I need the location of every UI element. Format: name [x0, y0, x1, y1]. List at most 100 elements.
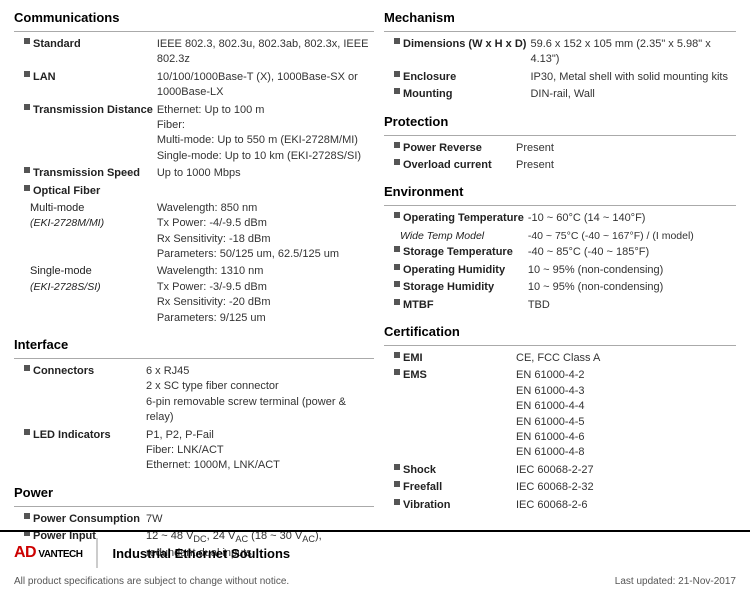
- table-row: Storage Humidity 10 ~ 95% (non-condensin…: [384, 279, 736, 296]
- label-dimensions: Dimensions (W x H x D): [384, 36, 528, 69]
- value-lan: 10/100/1000Base-T (X), 1000Base-SX or 10…: [155, 69, 374, 102]
- table-row: Operating Humidity 10 ~ 95% (non-condens…: [384, 262, 736, 279]
- table-row-singlemode: Single-mode (EKI-2728S/SI) Wavelength: 1…: [14, 263, 374, 327]
- label-multimode: Multi-mode (EKI-2728M/MI): [14, 200, 155, 264]
- label-storage-temp: Storage Temperature: [384, 244, 526, 261]
- label-power-reverse: Power Reverse: [384, 140, 514, 157]
- bullet-icon: [394, 142, 400, 148]
- table-row: EMI CE, FCC Class A: [384, 350, 736, 367]
- table-row: LAN 10/100/1000Base-T (X), 1000Base-SX o…: [14, 69, 374, 102]
- value-storage-temp: -40 ~ 85°C (-40 ~ 185°F): [526, 244, 736, 261]
- value-enclosure: IP30, Metal shell with solid mounting ki…: [528, 69, 736, 86]
- value-optical-fiber: [155, 183, 374, 200]
- label-operating-temp: Operating Temperature: [384, 210, 526, 227]
- value-shock: IEC 60068-2-27: [514, 462, 736, 479]
- bullet-icon: [394, 88, 400, 94]
- label-connectors: Connectors: [14, 363, 144, 427]
- table-row: Vibration IEC 60068-2-6: [384, 497, 736, 514]
- section-title-environment: Environment: [384, 184, 736, 199]
- label-standard: Standard: [14, 36, 155, 69]
- logo-vantech: VANTECH: [36, 549, 82, 560]
- footer-disclaimer: All product specifications are subject t…: [14, 576, 289, 587]
- table-row: Transmission Distance Ethernet: Up to 10…: [14, 102, 374, 166]
- label-wide-temp: Wide Temp Model: [384, 228, 526, 245]
- footer-logo: AD VANTECH: [14, 544, 82, 562]
- label-singlemode: Single-mode (EKI-2728S/SI): [14, 263, 155, 327]
- label-enclosure: Enclosure: [384, 69, 528, 86]
- section-title-interface: Interface: [14, 337, 374, 352]
- left-column: Communications Standard IEEE 802.3, 802.…: [14, 10, 374, 567]
- table-row: EMS EN 61000-4-2 EN 61000-4-3 EN 61000-4…: [384, 367, 736, 461]
- table-row: Power Reverse Present: [384, 140, 736, 157]
- bullet-icon: [394, 212, 400, 218]
- table-row: MTBF TBD: [384, 297, 736, 314]
- bullet-icon: [24, 104, 30, 110]
- table-row: LED Indicators P1, P2, P-Fail Fiber: LNK…: [14, 427, 374, 475]
- value-vibration: IEC 60068-2-6: [514, 497, 736, 514]
- footer-title: Industrial Ethernet Soultions: [112, 546, 290, 561]
- bullet-icon: [24, 185, 30, 191]
- label-storage-humidity: Storage Humidity: [384, 279, 526, 296]
- value-led: P1, P2, P-Fail Fiber: LNK/ACT Ethernet: …: [144, 427, 374, 475]
- label-vibration: Vibration: [384, 497, 514, 514]
- label-lan: LAN: [14, 69, 155, 102]
- footer: AD VANTECH Industrial Ethernet Soultions: [0, 530, 750, 574]
- label-optical-fiber: Optical Fiber: [14, 183, 155, 200]
- label-ems: EMS: [384, 367, 514, 461]
- bullet-icon: [394, 464, 400, 470]
- table-row: Transmission Speed Up to 1000 Mbps: [14, 165, 374, 182]
- right-column: Mechanism Dimensions (W x H x D) 59.6 x …: [384, 10, 736, 567]
- table-row: Storage Temperature -40 ~ 85°C (-40 ~ 18…: [384, 244, 736, 261]
- table-row: Connectors 6 x RJ45 2 x SC type fiber co…: [14, 363, 374, 427]
- value-singlemode: Wavelength: 1310 nm Tx Power: -3/-9.5 dB…: [155, 263, 374, 327]
- table-row: Freefall IEC 60068-2-32: [384, 479, 736, 496]
- value-power-reverse: Present: [514, 140, 736, 157]
- interface-table: Connectors 6 x RJ45 2 x SC type fiber co…: [14, 363, 374, 475]
- value-wide-temp: -40 ~ 75°C (-40 ~ 167°F) / (I model): [526, 228, 736, 245]
- label-transmission-distance: Transmission Distance: [14, 102, 155, 166]
- value-emi: CE, FCC Class A: [514, 350, 736, 367]
- section-title-power: Power: [14, 485, 374, 500]
- bullet-icon: [24, 167, 30, 173]
- table-row: Mounting DIN-rail, Wall: [384, 86, 736, 103]
- communications-table: Standard IEEE 802.3, 802.3u, 802.3ab, 80…: [14, 36, 374, 327]
- bullet-icon: [394, 246, 400, 252]
- value-freefall: IEC 60068-2-32: [514, 479, 736, 496]
- certification-table: EMI CE, FCC Class A EMS EN 61000-4-2 EN …: [384, 350, 736, 514]
- bullet-icon: [394, 159, 400, 165]
- table-row: Optical Fiber: [14, 183, 374, 200]
- label-led: LED Indicators: [14, 427, 144, 475]
- table-row: Operating Temperature -10 ~ 60°C (14 ~ 1…: [384, 210, 736, 227]
- environment-table: Operating Temperature -10 ~ 60°C (14 ~ 1…: [384, 210, 736, 314]
- table-row: Shock IEC 60068-2-27: [384, 462, 736, 479]
- bullet-icon: [24, 38, 30, 44]
- table-row: Standard IEEE 802.3, 802.3u, 802.3ab, 80…: [14, 36, 374, 69]
- value-storage-humidity: 10 ~ 95% (non-condensing): [526, 279, 736, 296]
- bullet-icon: [24, 429, 30, 435]
- bullet-icon: [394, 71, 400, 77]
- bullet-icon: [394, 281, 400, 287]
- logo-ad: AD: [14, 544, 36, 561]
- bullet-icon: [394, 369, 400, 375]
- section-title-mechanism: Mechanism: [384, 10, 736, 25]
- main-content: Communications Standard IEEE 802.3, 802.…: [0, 0, 750, 567]
- value-overload-current: Present: [514, 157, 736, 174]
- section-title-communications: Communications: [14, 10, 374, 25]
- label-emi: EMI: [384, 350, 514, 367]
- mechanism-table: Dimensions (W x H x D) 59.6 x 152 x 105 …: [384, 36, 736, 104]
- footer-bottom: All product specifications are subject t…: [0, 574, 750, 591]
- bullet-icon: [24, 71, 30, 77]
- table-row-wide-temp: Wide Temp Model -40 ~ 75°C (-40 ~ 167°F)…: [384, 228, 736, 245]
- value-mounting: DIN-rail, Wall: [528, 86, 736, 103]
- value-operating-humidity: 10 ~ 95% (non-condensing): [526, 262, 736, 279]
- value-dimensions: 59.6 x 152 x 105 mm (2.35" x 5.98" x 4.1…: [528, 36, 736, 69]
- label-transmission-speed: Transmission Speed: [14, 165, 155, 182]
- value-standard: IEEE 802.3, 802.3u, 802.3ab, 802.3x, IEE…: [155, 36, 374, 69]
- value-transmission-speed: Up to 1000 Mbps: [155, 165, 374, 182]
- value-multimode: Wavelength: 850 nm Tx Power: -4/-9.5 dBm…: [155, 200, 374, 264]
- table-row: Dimensions (W x H x D) 59.6 x 152 x 105 …: [384, 36, 736, 69]
- bullet-icon: [24, 365, 30, 371]
- value-ems: EN 61000-4-2 EN 61000-4-3 EN 61000-4-4 E…: [514, 367, 736, 461]
- footer-divider: [96, 538, 98, 568]
- label-mounting: Mounting: [384, 86, 528, 103]
